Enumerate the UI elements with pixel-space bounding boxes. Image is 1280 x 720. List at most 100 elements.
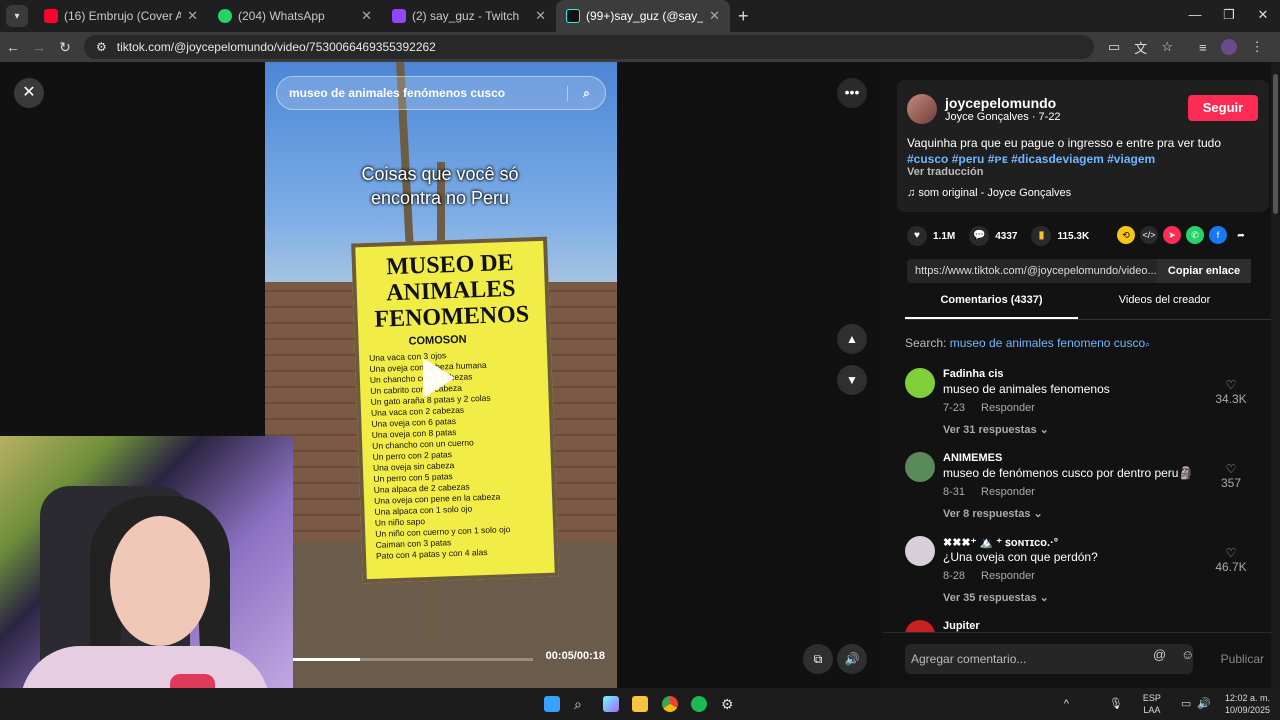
windows-start-icon[interactable]: [544, 696, 560, 712]
comment-button[interactable]: 💬 4337: [969, 226, 1017, 246]
comment-input[interactable]: Agregar comentario...: [905, 644, 1193, 674]
language-code: ESP: [1142, 693, 1161, 703]
media-control-icon[interactable]: ≡: [1199, 40, 1207, 55]
tab-twitch[interactable]: (2) say_guz - Twitch ✕: [382, 0, 556, 32]
commenter-name[interactable]: ANIMEMES: [943, 452, 1002, 464]
chevron-down-icon: ⌄: [1033, 508, 1043, 520]
spotify-icon[interactable]: [691, 696, 707, 712]
commenter-name[interactable]: Jupiter: [943, 620, 980, 632]
video-link[interactable]: https://www.tiktok.com/@joycepelomundo/v…: [907, 265, 1157, 277]
comment-date: 8-31: [943, 486, 966, 498]
new-tab-button[interactable]: +: [738, 6, 749, 27]
volume-button[interactable]: 🔊: [837, 644, 867, 674]
browser-menu-icon[interactable]: ⋮: [1251, 39, 1264, 55]
commenter-name[interactable]: ✖✖✖⁺ 🏔️ ⁺ ꜱᴏɴᴛɪᴄᴏ.·°: [943, 536, 1058, 549]
url-field[interactable]: ⚙ tiktok.com/@joycepelomundo/video/75300…: [84, 35, 1094, 59]
video-frame[interactable]: MUSEO DE ANIMALES FENOMENOS COMOSON Una …: [265, 62, 617, 688]
commenter-avatar[interactable]: [905, 536, 935, 566]
hashtags[interactable]: #cusco #peru #ᴘᴇ #dicasdeviagem #viagem: [907, 151, 1247, 167]
send-icon[interactable]: ➤: [1163, 226, 1181, 244]
copy-link-button[interactable]: Copiar enlace: [1157, 259, 1251, 283]
clock-date: 10/09/2025: [1224, 705, 1270, 715]
whatsapp-share-icon[interactable]: ✆: [1186, 226, 1204, 244]
previous-video-button[interactable]: ▲: [837, 324, 867, 354]
reply-button[interactable]: Responder: [981, 402, 1035, 414]
view-replies-button[interactable]: Ver 35 respuestas ⌄: [943, 591, 1049, 604]
forward-icon[interactable]: →: [26, 39, 52, 55]
close-icon[interactable]: ✕: [535, 8, 546, 24]
reload-icon[interactable]: ↻: [52, 39, 78, 56]
youtube-icon: [44, 9, 58, 23]
commenter-avatar[interactable]: [905, 452, 935, 482]
tab-search-button[interactable]: ▾: [6, 5, 28, 27]
windows-taskbar: ⌕ ⚙ ^ 🎙 ESP LAA ▭ 🔊 12:02 a. m. 10/09/20…: [0, 688, 1280, 720]
video-search-bar[interactable]: museo de animales fenómenos cusco ⌕: [276, 76, 606, 110]
next-video-button[interactable]: ▼: [837, 365, 867, 395]
mic-icon[interactable]: 🎙: [1109, 698, 1123, 710]
minimize-button[interactable]: —: [1178, 0, 1212, 32]
tab-creator-videos[interactable]: Videos del creador: [1078, 294, 1251, 319]
embed-icon[interactable]: </>: [1140, 226, 1158, 244]
commenter-avatar[interactable]: [905, 368, 935, 398]
close-window-button[interactable]: ✕: [1246, 0, 1280, 32]
close-icon[interactable]: ✕: [709, 8, 720, 24]
commenter-avatar[interactable]: [905, 620, 935, 632]
tray-chevron-icon[interactable]: ^: [1064, 698, 1069, 710]
share-arrow-icon[interactable]: ➦: [1232, 226, 1250, 244]
publish-button[interactable]: Publicar: [1221, 652, 1264, 666]
bookmark-star-icon[interactable]: ☆: [1161, 39, 1173, 55]
play-icon[interactable]: [423, 358, 455, 398]
close-viewer-button[interactable]: ✕: [14, 78, 44, 108]
comment-search-suggestion[interactable]: Search: museo de animales fenomeno cusco…: [905, 336, 1150, 350]
emoji-icon[interactable]: ☺: [1181, 647, 1194, 662]
close-icon[interactable]: ✕: [361, 8, 372, 24]
profile-avatar[interactable]: [1220, 39, 1237, 55]
reply-button[interactable]: Responder: [981, 570, 1035, 582]
pip-button[interactable]: ⧉: [803, 644, 833, 674]
volume-icon[interactable]: 🔊: [1197, 698, 1211, 710]
translate-link[interactable]: Ver traducción: [907, 166, 983, 178]
file-explorer-icon[interactable]: [632, 696, 648, 712]
facebook-icon[interactable]: f: [1209, 226, 1227, 244]
more-options-button[interactable]: •••: [837, 78, 867, 108]
back-icon[interactable]: ←: [0, 39, 26, 55]
comment-count: 4337: [995, 230, 1018, 242]
cast-icon[interactable]: ▭: [1108, 39, 1120, 55]
copilot-icon[interactable]: [603, 696, 619, 712]
search-suggestion-query[interactable]: museo de animales fenomeno cusco: [950, 336, 1145, 350]
search-icon[interactable]: ⌕: [574, 696, 590, 712]
chrome-icon[interactable]: [662, 696, 678, 712]
comment-like-button[interactable]: ♡ 357: [1211, 462, 1251, 490]
site-info-icon[interactable]: ⚙: [96, 40, 107, 54]
scroll-thumb[interactable]: [1273, 74, 1278, 214]
translate-icon[interactable]: 文: [1134, 38, 1147, 57]
save-button[interactable]: ▮ 115.3K: [1031, 226, 1089, 246]
tab-youtube[interactable]: (16) Embrujo (Cover Audio) - Ar ✕: [34, 0, 208, 32]
system-tray[interactable]: ^ 🎙 ESP LAA ▭ 🔊 12:02 a. m. 10/09/2025: [1064, 692, 1270, 716]
follow-button[interactable]: Seguir: [1188, 95, 1258, 121]
view-replies-button[interactable]: Ver 31 respuestas ⌄: [943, 423, 1049, 436]
settings-icon[interactable]: ⚙: [721, 696, 737, 712]
mention-icon[interactable]: @: [1153, 647, 1166, 662]
tab-tiktok[interactable]: (99+)say_guz (@say_guz) | TikTo ✕: [556, 0, 730, 32]
search-icon[interactable]: ⌕: [567, 85, 605, 101]
view-replies-button[interactable]: Ver 8 respuestas ⌄: [943, 507, 1043, 520]
comment-like-button[interactable]: ♡ 34.3K: [1211, 378, 1251, 406]
comment-like-button[interactable]: ♡ 46.7K: [1211, 546, 1251, 574]
network-icon[interactable]: ▭: [1181, 698, 1191, 710]
repost-icon[interactable]: ⟲: [1117, 226, 1135, 244]
tab-whatsapp[interactable]: (204) WhatsApp ✕: [208, 0, 382, 32]
reply-button[interactable]: Responder: [981, 486, 1035, 498]
author-avatar[interactable]: [907, 94, 937, 124]
like-button[interactable]: ♥ 1.1M: [907, 226, 955, 246]
close-icon[interactable]: ✕: [187, 8, 198, 24]
commenter-name[interactable]: Fadinha cis: [943, 368, 1004, 380]
comment-item: ANIMEMES museo de fenómenos cusco por de…: [905, 452, 1275, 532]
author-username[interactable]: joycepelomundo: [945, 95, 1056, 111]
music-row[interactable]: ♫ som original - Joyce Gonçalves: [907, 187, 1071, 199]
page-scrollbar[interactable]: [1271, 62, 1280, 688]
restore-button[interactable]: ❐: [1212, 0, 1246, 32]
details-panel: joycepelomundo Joyce Gonçalves · 7-22 Se…: [883, 62, 1280, 688]
tab-comments[interactable]: Comentarios (4337): [905, 294, 1078, 319]
video-progress-bar[interactable]: [293, 658, 533, 661]
